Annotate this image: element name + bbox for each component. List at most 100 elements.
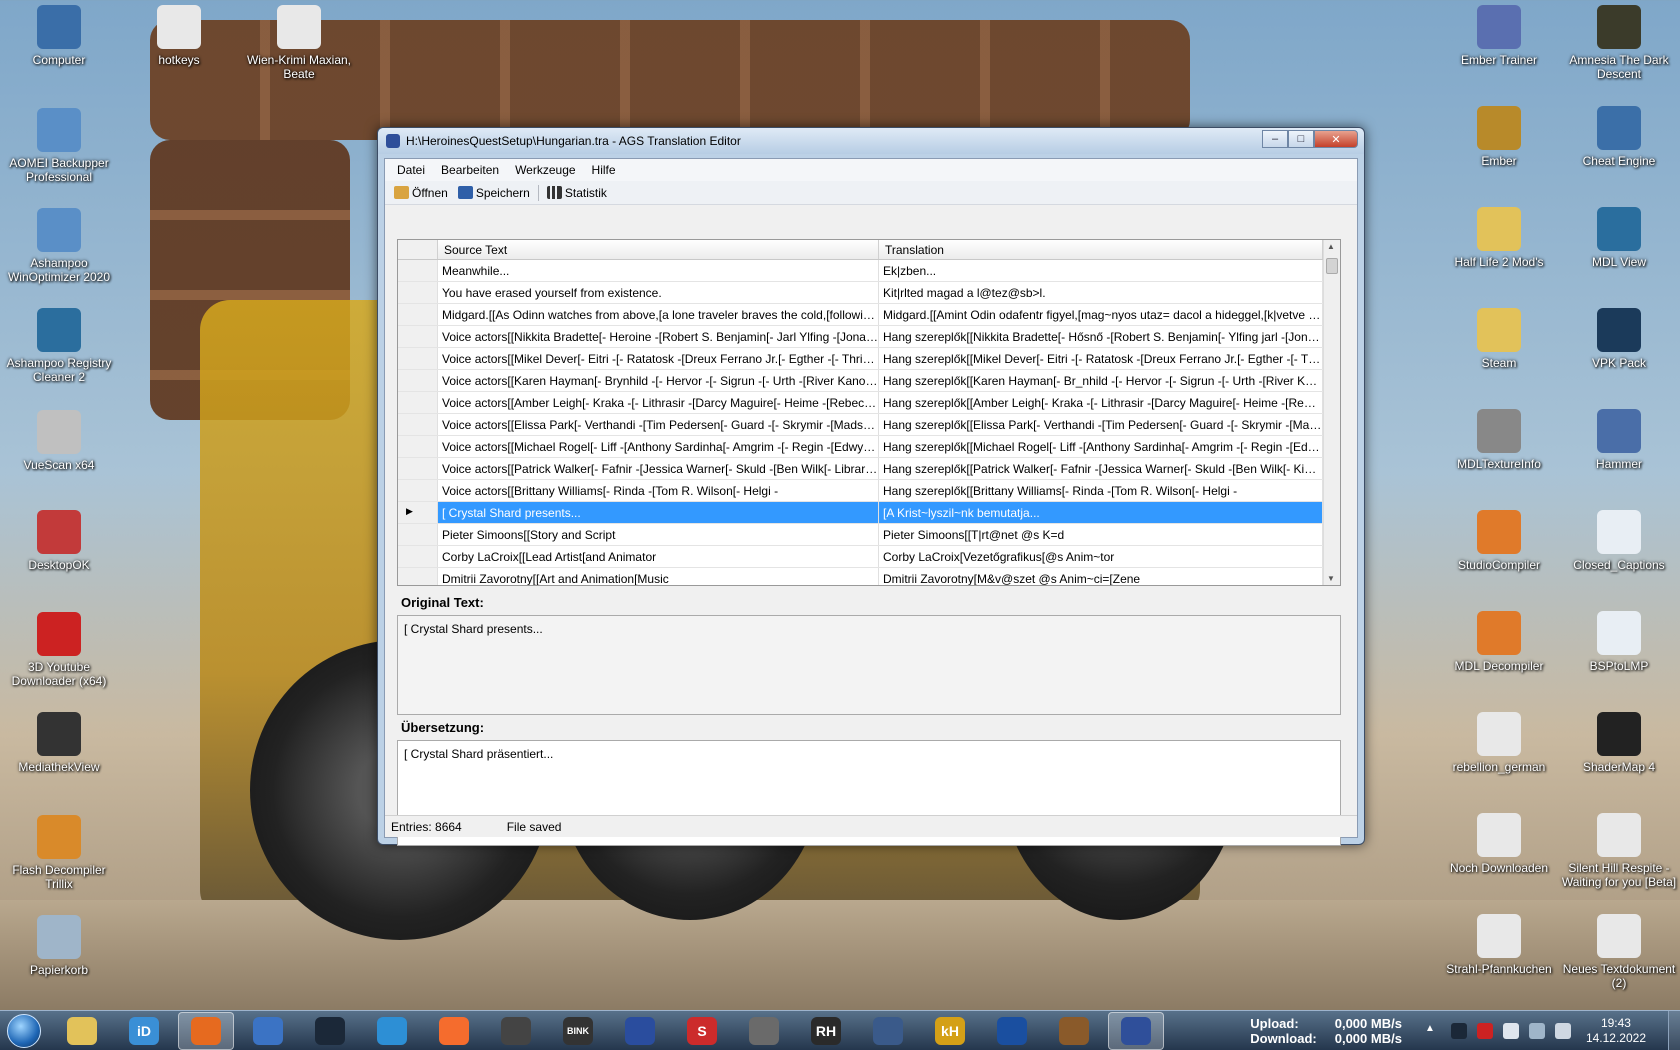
taskbar-button[interactable] (178, 1011, 234, 1050)
row-header[interactable] (398, 260, 438, 281)
row-header[interactable]: ▶ (398, 502, 438, 523)
taskbar-button[interactable] (984, 1012, 1040, 1050)
source-cell[interactable]: Corby LaCroix[[Lead Artist[and Animator (438, 546, 879, 567)
translation-cell[interactable]: Hang szereplők[[Mikel Dever[- Eitri -[- … (879, 348, 1323, 369)
translation-cell[interactable]: Hang szereplők[[Michael Rogel[- Liff -[A… (879, 436, 1323, 457)
taskbar-button[interactable] (302, 1012, 358, 1050)
window-titlebar[interactable]: H:\HeroinesQuestSetup\Hungarian.tra - AG… (378, 128, 1364, 154)
tray-network-icon[interactable] (1528, 1023, 1545, 1039)
desktop-icon-vpk-pack[interactable]: VPK Pack (1560, 308, 1678, 370)
table-row[interactable]: Voice actors[[Karen Hayman[- Brynhild -[… (398, 370, 1340, 392)
desktop-icon-3d-youtube-downloader-x64[interactable]: 3D Youtube Downloader (x64) (0, 612, 118, 688)
taskbar-button[interactable]: iD (116, 1012, 172, 1050)
table-row[interactable]: Dmitrii Zavorotny[[Art and Animation[Mus… (398, 568, 1340, 585)
open-button[interactable]: Öffnen (389, 186, 453, 200)
translation-cell[interactable]: Pieter Simoons[[T|rt@net @s K=d (879, 524, 1323, 545)
table-row[interactable]: Corby LaCroix[[Lead Artist[and Animator C… (398, 546, 1340, 568)
taskbar-button[interactable] (1108, 1011, 1164, 1050)
tray-steam-icon[interactable] (1450, 1023, 1467, 1039)
tray-volume-icon[interactable] (1554, 1023, 1571, 1039)
row-header[interactable] (398, 568, 438, 585)
table-row[interactable]: You have erased yourself from existence.… (398, 282, 1340, 304)
stats-button[interactable]: Statistik (542, 186, 612, 200)
tray-app-icon[interactable] (1476, 1023, 1493, 1039)
desktop-icon-neues-textdokument-2[interactable]: Neues Textdokument (2) (1560, 914, 1678, 990)
desktop-icon-ember-trainer[interactable]: Ember Trainer (1440, 5, 1558, 67)
source-cell[interactable]: Voice actors[[Karen Hayman[- Brynhild -[… (438, 370, 879, 391)
desktop-icon-computer[interactable]: Computer (0, 5, 118, 67)
show-desktop-button[interactable] (1668, 1011, 1680, 1050)
desktop-icon-ember[interactable]: Ember (1440, 106, 1558, 168)
desktop-icon-hotkeys[interactable]: hotkeys (120, 5, 238, 67)
clock[interactable]: 19:43 14.12.2022 (1586, 1016, 1646, 1046)
source-cell[interactable]: Voice actors[[Brittany Williams[- Rinda … (438, 480, 879, 501)
source-cell[interactable]: Voice actors[[Patrick Walker[- Fafnir -[… (438, 458, 879, 479)
desktop-icon-mdl-decompiler[interactable]: MDL Decompiler (1440, 611, 1558, 673)
row-header[interactable] (398, 480, 438, 501)
table-row[interactable]: Voice actors[[Patrick Walker[- Fafnir -[… (398, 458, 1340, 480)
row-header[interactable] (398, 458, 438, 479)
row-header[interactable] (398, 524, 438, 545)
taskbar-button[interactable]: BINK (550, 1012, 606, 1050)
desktop-icon-rebellion-german[interactable]: rebellion_german (1440, 712, 1558, 774)
desktop-icon-strahl-pfannkuchen[interactable]: Strahl-Pfannkuchen (1440, 914, 1558, 976)
translation-cell[interactable]: Hang szereplők[[Nikkita Bradette[- Hősnő… (879, 326, 1323, 347)
menu-werkzeuge[interactable]: Werkzeuge (507, 163, 583, 177)
row-header[interactable] (398, 282, 438, 303)
taskbar-button[interactable] (612, 1012, 668, 1050)
desktop-icon-half-life-2-mod-s[interactable]: Half Life 2 Mod's (1440, 207, 1558, 269)
menu-bearbeiten[interactable]: Bearbeiten (433, 163, 507, 177)
desktop-icon-steam[interactable]: Steam (1440, 308, 1558, 370)
row-header[interactable] (398, 348, 438, 369)
row-header[interactable] (398, 546, 438, 567)
column-header-translation[interactable]: Translation (879, 240, 1323, 259)
source-cell[interactable]: Midgard.[[As Odinn watches from above,[a… (438, 304, 879, 325)
table-row[interactable]: Voice actors[[Elissa Park[- Verthandi -[… (398, 414, 1340, 436)
translation-cell[interactable]: Hang szereplők[[Karen Hayman[- Br_nhild … (879, 370, 1323, 391)
desktop-icon-desktopok[interactable]: DesktopOK (0, 510, 118, 572)
desktop-icon-closed-captions[interactable]: Closed_Captions (1560, 510, 1678, 572)
row-header[interactable] (398, 370, 438, 391)
desktop-icon-aomei-backupper-professional[interactable]: AOMEI Backupper Professional (0, 108, 118, 184)
source-cell[interactable]: Meanwhile... (438, 260, 879, 281)
menu-hilfe[interactable]: Hilfe (584, 163, 624, 177)
translation-cell[interactable]: Midgard.[[Amint Odin odafentr figyel,[ma… (879, 304, 1323, 325)
translation-cell[interactable]: [A Krist~lyszil~nk bemutatja... (879, 502, 1323, 523)
source-cell[interactable]: Pieter Simoons[[Story and Script (438, 524, 879, 545)
taskbar-button[interactable] (364, 1012, 420, 1050)
table-row[interactable]: Voice actors[[Michael Rogel[- Liff -[Ant… (398, 436, 1340, 458)
translation-cell[interactable]: Corby LaCroix[Vezetőgrafikus[@s Anim~tor (879, 546, 1323, 567)
desktop-icon-vuescan-x64[interactable]: VueScan x64 (0, 410, 118, 472)
minimize-button[interactable]: – (1262, 130, 1288, 148)
row-header[interactable] (398, 436, 438, 457)
taskbar-button[interactable] (736, 1012, 792, 1050)
scroll-thumb[interactable] (1326, 258, 1338, 274)
table-row[interactable]: Voice actors[[Amber Leigh[- Kraka -[- Li… (398, 392, 1340, 414)
desktop-icon-wien-krimi-maxian-beate[interactable]: Wien-Krimi Maxian, Beate (240, 5, 358, 81)
table-row[interactable]: Midgard.[[As Odinn watches from above,[a… (398, 304, 1340, 326)
taskbar-button[interactable]: RH (798, 1012, 854, 1050)
taskbar-button[interactable] (488, 1012, 544, 1050)
desktop-icon-papierkorb[interactable]: Papierkorb (0, 915, 118, 977)
desktop-icon-hammer[interactable]: Hammer (1560, 409, 1678, 471)
translation-cell[interactable]: Hang szereplők[[Patrick Walker[- Fafnir … (879, 458, 1323, 479)
save-button[interactable]: Speichern (453, 186, 535, 200)
translation-cell[interactable]: Kit|rlted magad a l@tez@sb>l. (879, 282, 1323, 303)
menu-datei[interactable]: Datei (389, 163, 433, 177)
desktop-icon-flash-decompiler-trillix[interactable]: Flash Decompiler Trillix (0, 815, 118, 891)
taskbar-button[interactable] (1046, 1012, 1102, 1050)
desktop-icon-noch-downloaden[interactable]: Noch Downloaden (1440, 813, 1558, 875)
table-row[interactable]: Meanwhile... Ek|zben... (398, 260, 1340, 282)
desktop-icon-cheat-engine[interactable]: Cheat Engine (1560, 106, 1678, 168)
table-row[interactable]: Voice actors[[Mikel Dever[- Eitri -[- Ra… (398, 348, 1340, 370)
source-cell[interactable]: [ Crystal Shard presents... (438, 502, 879, 523)
taskbar-button[interactable]: kH (922, 1012, 978, 1050)
source-cell[interactable]: Voice actors[[Nikkita Bradette[- Heroine… (438, 326, 879, 347)
desktop-icon-mdl-view[interactable]: MDL View (1560, 207, 1678, 269)
table-row[interactable]: Voice actors[[Brittany Williams[- Rinda … (398, 480, 1340, 502)
translation-cell[interactable]: Dmitrii Zavorotny[M&v@szet @s Anim~ci=[Z… (879, 568, 1323, 585)
translation-cell[interactable]: Hang szereplők[[Elissa Park[- Verthandi … (879, 414, 1323, 435)
desktop-icon-studiocompiler[interactable]: StudioCompiler (1440, 510, 1558, 572)
close-button[interactable]: ✕ (1314, 130, 1358, 148)
taskbar-button[interactable] (54, 1012, 110, 1050)
